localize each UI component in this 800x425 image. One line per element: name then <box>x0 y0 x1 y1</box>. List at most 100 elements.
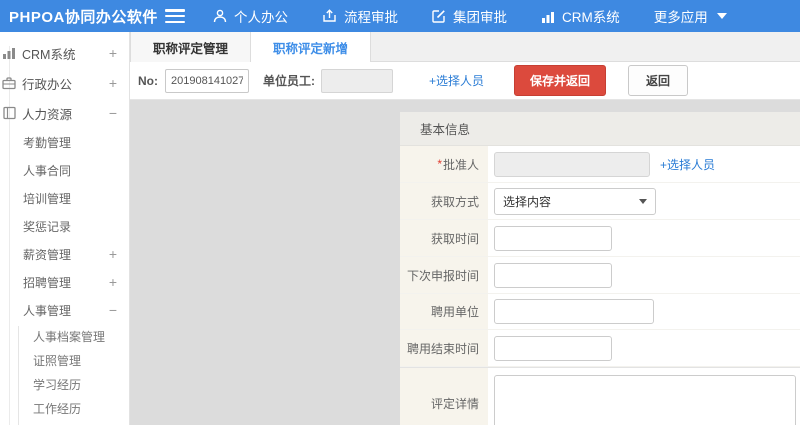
nav-label: 集团审批 <box>453 10 507 25</box>
sidebar-item-hr-contract[interactable]: 人事合同 <box>0 156 129 184</box>
form-row-next-apply-time: 下次申报时间 <box>400 257 800 294</box>
nav-crm-system[interactable]: CRM系统 <box>541 6 620 26</box>
sidebar-item-label: 证照管理 <box>33 353 82 368</box>
next-apply-time-input[interactable] <box>494 262 612 288</box>
nav-personal-office[interactable]: 个人办公 <box>213 6 288 26</box>
briefcase-icon <box>0 77 18 90</box>
field-label: * 批准人 <box>400 146 488 182</box>
app-window: PHPOA协同办公软件 个人办公 流程审批 集团审批 CRM系统 更多应用 CR… <box>0 0 800 425</box>
sidebar-item-labor-skills[interactable]: 劳动技能 <box>0 420 129 425</box>
sidebar-item-attendance[interactable]: 考勤管理 <box>0 128 129 156</box>
nav-group-approval[interactable]: 集团审批 <box>432 6 507 26</box>
label-text: 聘用单位 <box>430 305 479 319</box>
label-text: 聘用结束时间 <box>406 341 479 356</box>
user-icon <box>213 9 227 23</box>
tab-label: 职称评定管理 <box>153 41 229 56</box>
form-row-employ-end-time: 聘用结束时间 <box>400 330 800 367</box>
tab-title-management[interactable]: 职称评定管理 <box>130 32 252 62</box>
chart-icon <box>0 47 18 59</box>
sidebar-item-label: 培训管理 <box>23 191 72 206</box>
sidebar-item-work-history[interactable]: 工作经历 <box>0 396 129 420</box>
nav-label: 流程审批 <box>344 10 398 25</box>
label-text: 获取方式 <box>430 194 479 209</box>
form-row-acquire-method: 获取方式 选择内容 <box>400 183 800 220</box>
sidebar-item-education[interactable]: 学习经历 <box>0 372 129 396</box>
tab-label: 职称评定新增 <box>273 41 349 56</box>
sidebar-item-label: 工作经历 <box>33 401 82 416</box>
label-text: 批准人 <box>442 157 479 172</box>
chart-icon <box>541 10 555 23</box>
employee-label: 单位员工: <box>263 74 315 88</box>
nav-label: 更多应用 <box>653 10 708 25</box>
basic-info-panel: 基本信息 * 批准人 +选择人员 获取方式 选择内容 获取时间 下次申报时间 聘… <box>400 112 800 425</box>
expand-plus-icon[interactable]: + <box>109 75 117 91</box>
sidebar-item-certificates[interactable]: 证照管理 <box>0 348 129 372</box>
sidebar-item-label: 招聘管理 <box>23 275 72 290</box>
nav-more-apps[interactable]: 更多应用 <box>654 6 727 26</box>
edit-icon <box>432 9 446 23</box>
select-person-link[interactable]: +选择人员 <box>660 156 715 173</box>
nav-label: CRM系统 <box>562 10 620 25</box>
collapse-minus-icon[interactable]: − <box>109 302 117 318</box>
expand-plus-icon[interactable]: + <box>109 246 117 262</box>
content-area: 基本信息 * 批准人 +选择人员 获取方式 选择内容 获取时间 下次申报时间 聘… <box>130 100 800 425</box>
caret-down-icon <box>639 198 647 204</box>
acquire-method-select[interactable]: 选择内容 <box>494 187 656 215</box>
sidebar-item-label: 行政办公 <box>22 77 73 92</box>
employer-input[interactable] <box>494 299 654 324</box>
sidebar-item-crm[interactable]: CRM系统 + <box>0 38 129 68</box>
sidebar-item-label: 薪资管理 <box>23 247 72 262</box>
approver-input[interactable] <box>494 151 650 177</box>
section-title: 基本信息 <box>420 123 471 137</box>
detail-textarea[interactable] <box>494 375 796 425</box>
employ-end-time-input[interactable] <box>494 335 612 361</box>
form-row-acquire-time: 获取时间 <box>400 220 800 257</box>
required-mark: * <box>437 157 442 171</box>
caret-down-icon <box>716 13 727 19</box>
nav-process-approval[interactable]: 流程审批 <box>322 6 398 26</box>
form-row-approver: * 批准人 +选择人员 <box>400 146 800 183</box>
employee-input[interactable] <box>321 68 393 93</box>
sidebar-item-label: 考勤管理 <box>23 135 72 150</box>
label-text: 下次申报时间 <box>406 268 479 283</box>
back-button[interactable]: 返回 <box>628 65 689 96</box>
sidebar-item-label: 人事管理 <box>23 303 72 318</box>
label-text: 评定详情 <box>430 397 479 411</box>
app-logo: PHPOA协同办公软件 <box>9 8 158 26</box>
acquire-time-input[interactable] <box>494 225 612 251</box>
sidebar-item-label: 人事合同 <box>23 163 72 178</box>
selected-option: 选择内容 <box>503 194 552 209</box>
select-person-link[interactable]: +选择人员 <box>429 72 484 89</box>
nav-label: 个人办公 <box>234 10 288 25</box>
sidebar-item-recruit[interactable]: 招聘管理 + <box>0 268 129 296</box>
sidebar-item-personnel-files[interactable]: 人事档案管理 <box>0 324 129 348</box>
sidebar: CRM系统 + 行政办公 + 人力资源 − 考勤管理 人事合同 培训管理 奖惩记 <box>0 32 130 425</box>
top-bar: PHPOA协同办公软件 个人办公 流程审批 集团审批 CRM系统 更多应用 <box>0 0 800 32</box>
sidebar-item-admin-office[interactable]: 行政办公 + <box>0 68 129 98</box>
sidebar-item-salary[interactable]: 薪资管理 + <box>0 240 129 268</box>
save-return-button[interactable]: 保存并返回 <box>514 65 607 96</box>
no-label: No: <box>138 73 158 88</box>
book-icon <box>0 106 18 120</box>
sidebar-item-label: CRM系统 <box>22 47 76 62</box>
header-nav: 个人办公 流程审批 集团审批 CRM系统 更多应用 <box>213 6 727 26</box>
sidebar-item-label: 奖惩记录 <box>23 219 72 234</box>
sidebar-item-label: 学习经历 <box>33 377 82 392</box>
section-header: 基本信息 <box>400 112 800 146</box>
sidebar-item-label: 人力资源 <box>22 107 73 122</box>
record-no-input[interactable] <box>165 68 249 93</box>
sidebar-item-personnel[interactable]: 人事管理 − <box>0 296 129 324</box>
sidebar-item-rewards[interactable]: 奖惩记录 <box>0 212 129 240</box>
sidebar-item-label: 人事档案管理 <box>33 329 106 344</box>
label-text: 获取时间 <box>430 231 479 246</box>
menu-toggle-icon[interactable] <box>165 9 185 23</box>
expand-plus-icon[interactable]: + <box>109 274 117 290</box>
sidebar-item-training[interactable]: 培训管理 <box>0 184 129 212</box>
main-area: 职称评定管理 职称评定新增 No: 单位员工: +选择人员 保存并返回 返回 基… <box>130 32 800 425</box>
form-row-detail: 评定详情 <box>400 367 800 425</box>
sidebar-submenu-personnel: 人事档案管理 证照管理 学习经历 工作经历 劳动技能 社会关系 <box>0 324 129 425</box>
collapse-minus-icon[interactable]: − <box>109 105 117 121</box>
tab-title-new[interactable]: 职称评定新增 <box>251 32 372 62</box>
sidebar-item-hr[interactable]: 人力资源 − <box>0 98 129 128</box>
expand-plus-icon[interactable]: + <box>109 45 117 61</box>
